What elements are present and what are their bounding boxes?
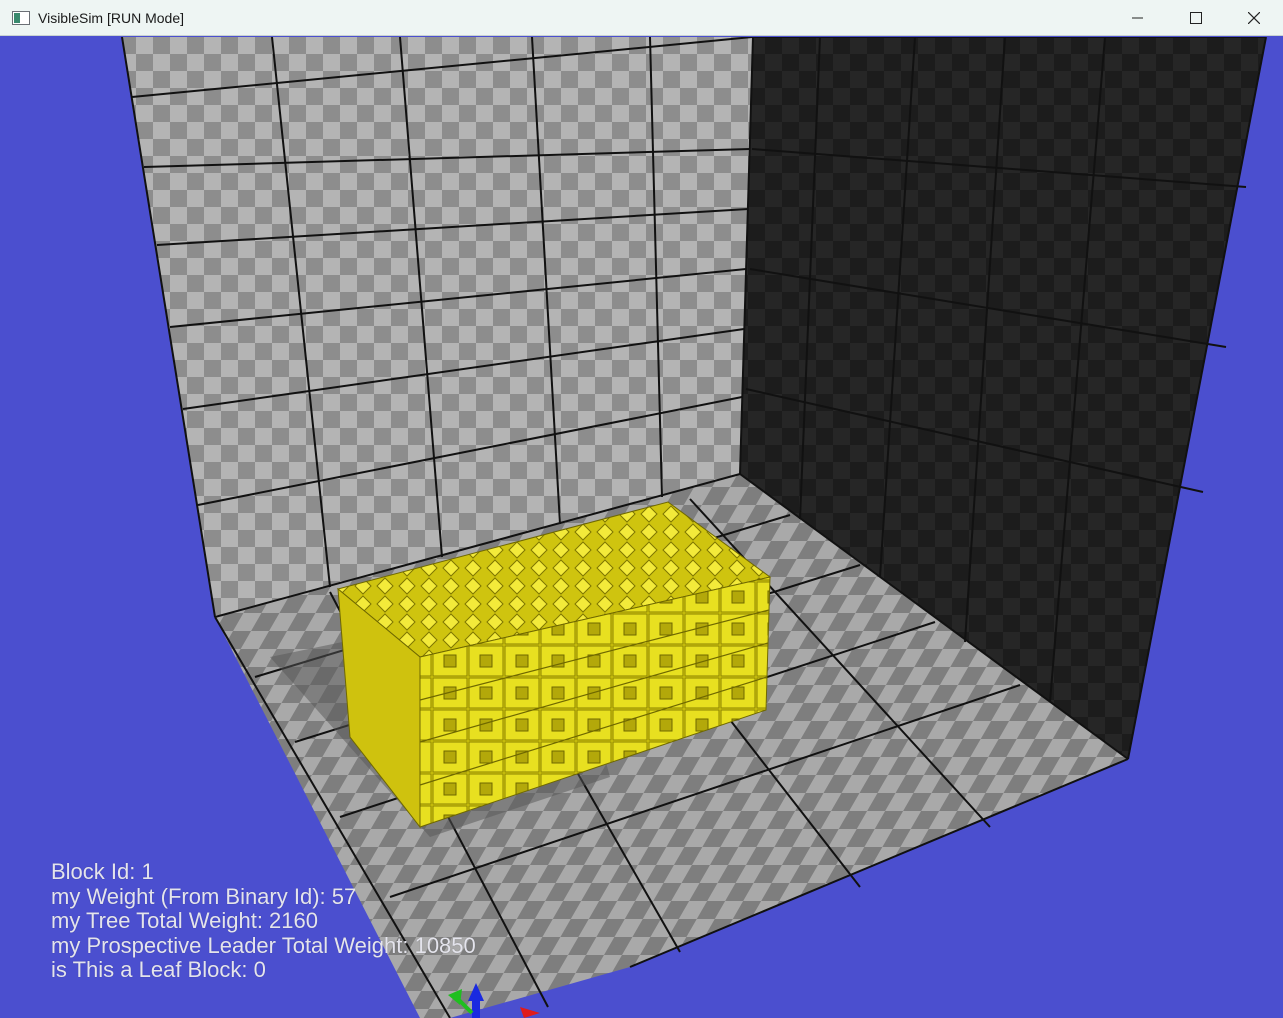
window-title: VisibleSim [RUN Mode] bbox=[38, 9, 185, 26]
app-window-icon bbox=[12, 10, 30, 25]
minimize-button[interactable] bbox=[1109, 0, 1167, 36]
close-icon bbox=[1248, 11, 1260, 24]
tree-total-weight-text: my Tree Total Weight: 2160 bbox=[51, 908, 318, 934]
weight-text: my Weight (From Binary Id): 57 bbox=[51, 883, 357, 909]
minimize-icon bbox=[1132, 17, 1143, 18]
is-leaf-text: is This a Leaf Block: 0 bbox=[51, 957, 266, 983]
close-button[interactable] bbox=[1225, 0, 1283, 36]
title-bar[interactable]: VisibleSim [RUN Mode] bbox=[0, 0, 1283, 36]
maximize-icon bbox=[1190, 11, 1202, 24]
block-id-text: Block Id: 1 bbox=[51, 859, 154, 884]
prospective-leader-weight-text: my Prospective Leader Total Weight: 1085… bbox=[51, 932, 476, 958]
maximize-button[interactable] bbox=[1167, 0, 1225, 36]
3d-viewport[interactable]: Block Id: 1 my Weight (From Binary Id): … bbox=[0, 37, 1283, 1018]
block-info-overlay: Block Id: 1 my Weight (From Binary Id): … bbox=[51, 859, 476, 983]
